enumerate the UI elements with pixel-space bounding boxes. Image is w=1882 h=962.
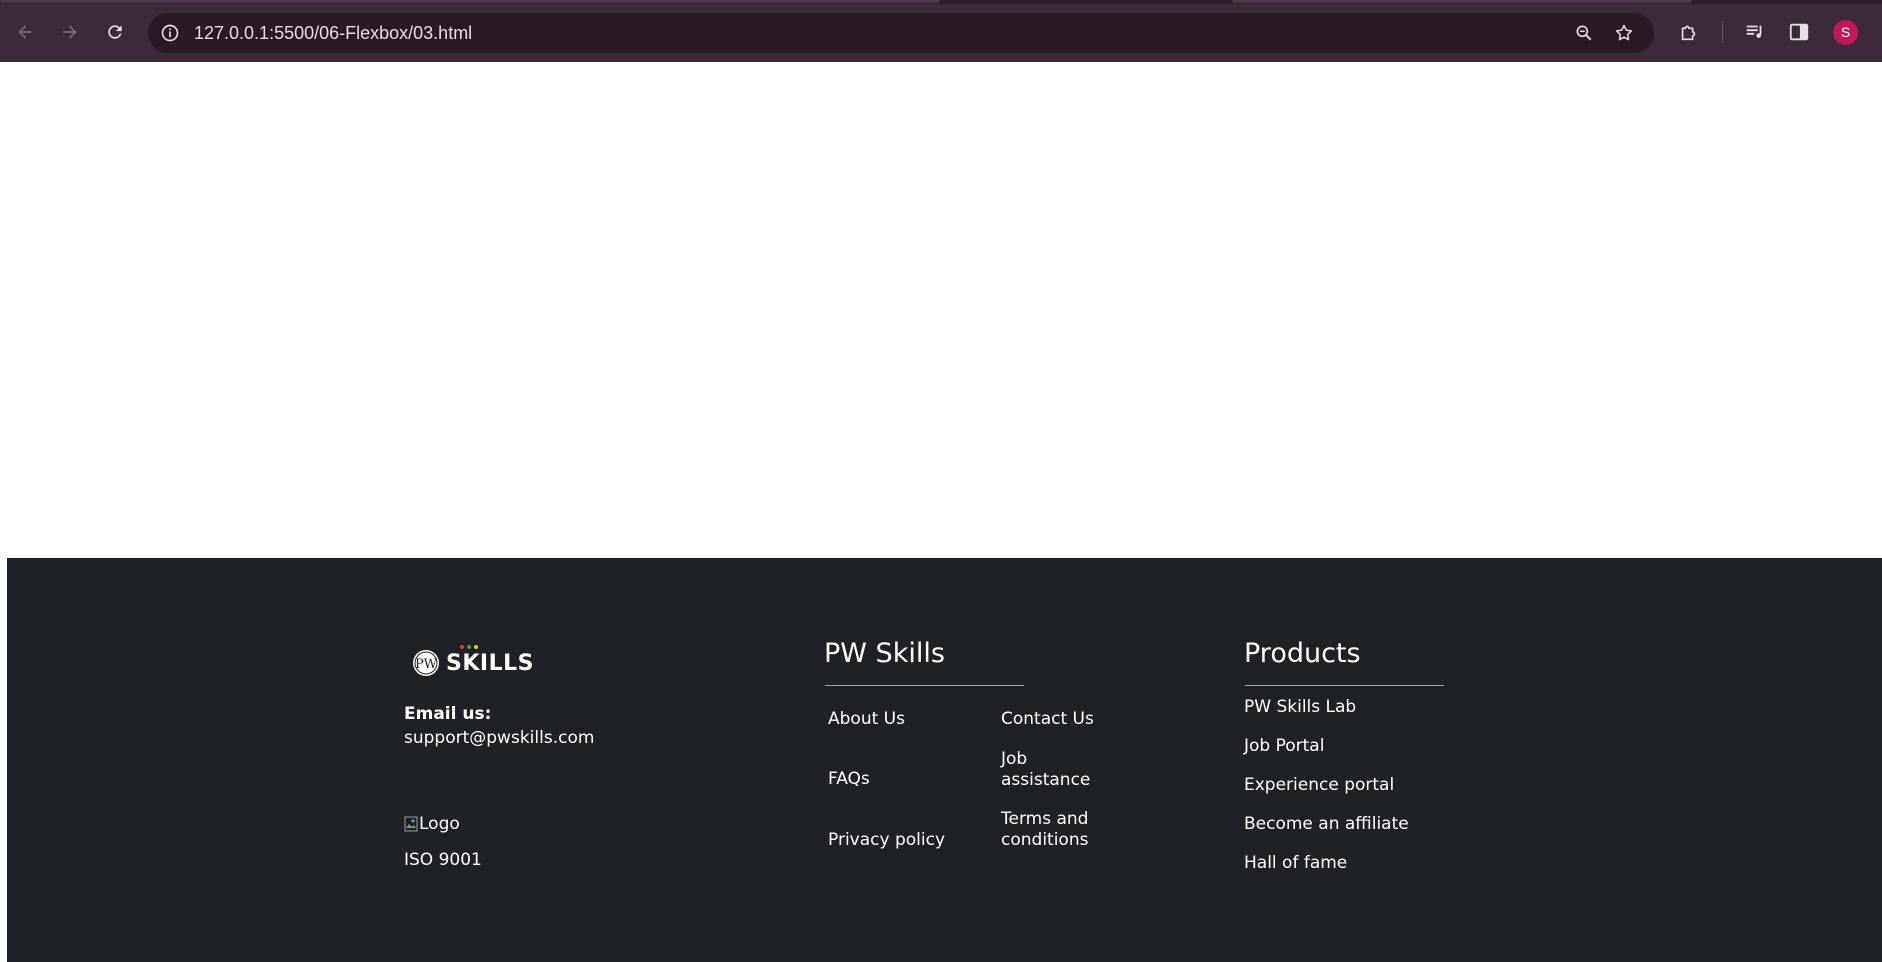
page-viewport: PW SKILLS Email us: support@pwskills.com… — [0, 62, 1882, 962]
products-heading: Products — [1244, 638, 1361, 669]
footer-link-faqs[interactable]: FAQs — [828, 769, 870, 790]
profile-avatar[interactable]: S — [1833, 20, 1858, 45]
pw-skills-heading: PW Skills — [824, 638, 945, 669]
browser-toolbar: 127.0.0.1:5500/06-Flexbox/03.html S — [0, 0, 1882, 62]
media-queue-icon[interactable] — [1744, 21, 1766, 43]
reload-button[interactable] — [100, 17, 130, 47]
products-divider — [1245, 685, 1444, 686]
pw-seal-letters: PW — [415, 657, 438, 672]
footer-contact-column: PW SKILLS Email us: support@pwskills.com… — [404, 644, 744, 870]
pw-seal-icon: PW — [413, 650, 439, 676]
extensions-icon[interactable] — [1678, 21, 1700, 43]
address-bar[interactable]: 127.0.0.1:5500/06-Flexbox/03.html — [148, 13, 1654, 53]
side-panel-icon[interactable] — [1788, 21, 1810, 43]
pw-skills-divider — [825, 685, 1024, 686]
email-link[interactable]: support@pwskills.com — [404, 728, 744, 748]
back-button[interactable] — [10, 17, 40, 47]
toolbar-divider — [1722, 21, 1723, 43]
footer-link-terms[interactable]: Terms and conditions — [1001, 809, 1101, 851]
brand-wordmark: SKILLS — [446, 650, 534, 676]
iso-logo-image: Logo — [404, 814, 744, 834]
site-info-icon[interactable] — [160, 23, 180, 43]
logo-alt-text: Logo — [419, 814, 460, 834]
brand-dots — [460, 644, 478, 649]
email-label: Email us: — [404, 704, 492, 724]
tab-active[interactable] — [0, 0, 940, 3]
footer-link-privacy-policy[interactable]: Privacy policy — [828, 830, 945, 851]
forward-button[interactable] — [55, 17, 85, 47]
tab-inactive[interactable] — [1232, 0, 1692, 3]
pw-skills-logo[interactable]: PW SKILLS — [412, 644, 744, 680]
iso-certification: ISO 9001 — [404, 850, 482, 870]
footer-link-job-portal[interactable]: Job Portal — [1244, 736, 1324, 757]
footer-link-experience-portal[interactable]: Experience portal — [1244, 775, 1394, 796]
zoom-icon[interactable] — [1574, 23, 1594, 43]
url-text[interactable]: 127.0.0.1:5500/06-Flexbox/03.html — [194, 13, 472, 53]
bookmark-star-icon[interactable] — [1614, 23, 1634, 43]
footer-link-become-affiliate[interactable]: Become an affiliate — [1244, 814, 1409, 835]
arrow-right-icon — [63, 25, 77, 39]
footer-link-about-us[interactable]: About Us — [828, 709, 905, 730]
broken-image-icon — [404, 816, 418, 832]
footer-link-hall-of-fame[interactable]: Hall of fame — [1244, 853, 1347, 874]
site-footer: PW SKILLS Email us: support@pwskills.com… — [7, 558, 1882, 962]
reload-icon — [108, 25, 122, 39]
arrow-left-icon — [18, 25, 32, 39]
footer-link-pw-skills-lab[interactable]: PW Skills Lab — [1244, 697, 1356, 718]
footer-link-job-assistance[interactable]: Job assistance — [1001, 749, 1101, 791]
footer-link-contact-us[interactable]: Contact Us — [1001, 709, 1094, 730]
